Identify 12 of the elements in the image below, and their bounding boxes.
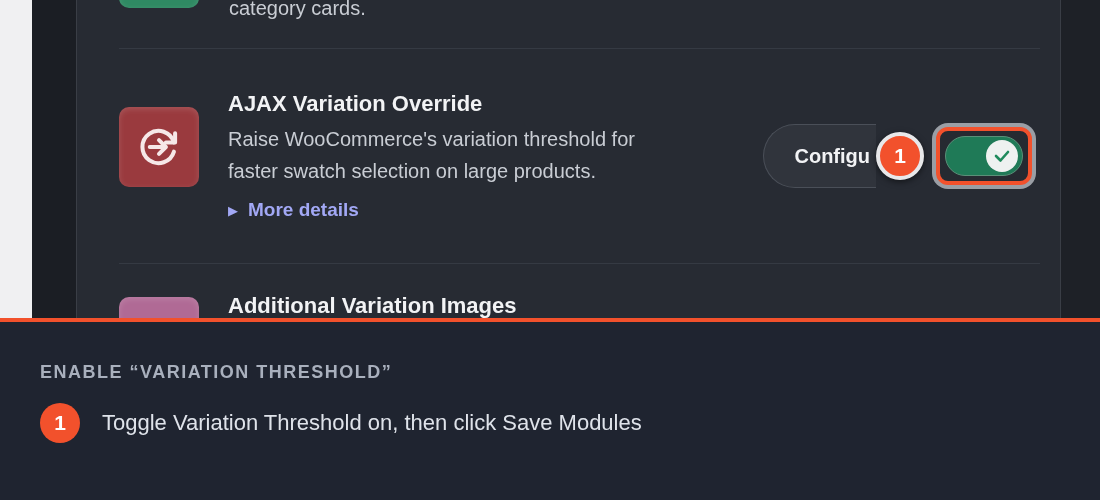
instruction-heading: ENABLE “VARIATION THRESHOLD” <box>40 362 394 383</box>
configure-button[interactable]: Configu <box>763 124 876 188</box>
module-description: Raise WooCommerce's variation threshold for faster swatch selection on large products. <box>228 127 636 184</box>
more-details-link[interactable]: More details <box>248 199 359 221</box>
step-badge: 1 <box>40 403 80 443</box>
step-text: Toggle Variation Threshold on, then click Save Modules <box>102 410 642 436</box>
disclosure-triangle[interactable]: ▶ <box>228 202 238 218</box>
toggle-switch[interactable] <box>945 136 1023 176</box>
module-title: AJAX Variation Override <box>228 91 484 117</box>
module-description: category cards. <box>229 0 366 21</box>
module-title: Additional Variation Images <box>228 293 517 318</box>
step-badge: 1 <box>876 132 924 180</box>
